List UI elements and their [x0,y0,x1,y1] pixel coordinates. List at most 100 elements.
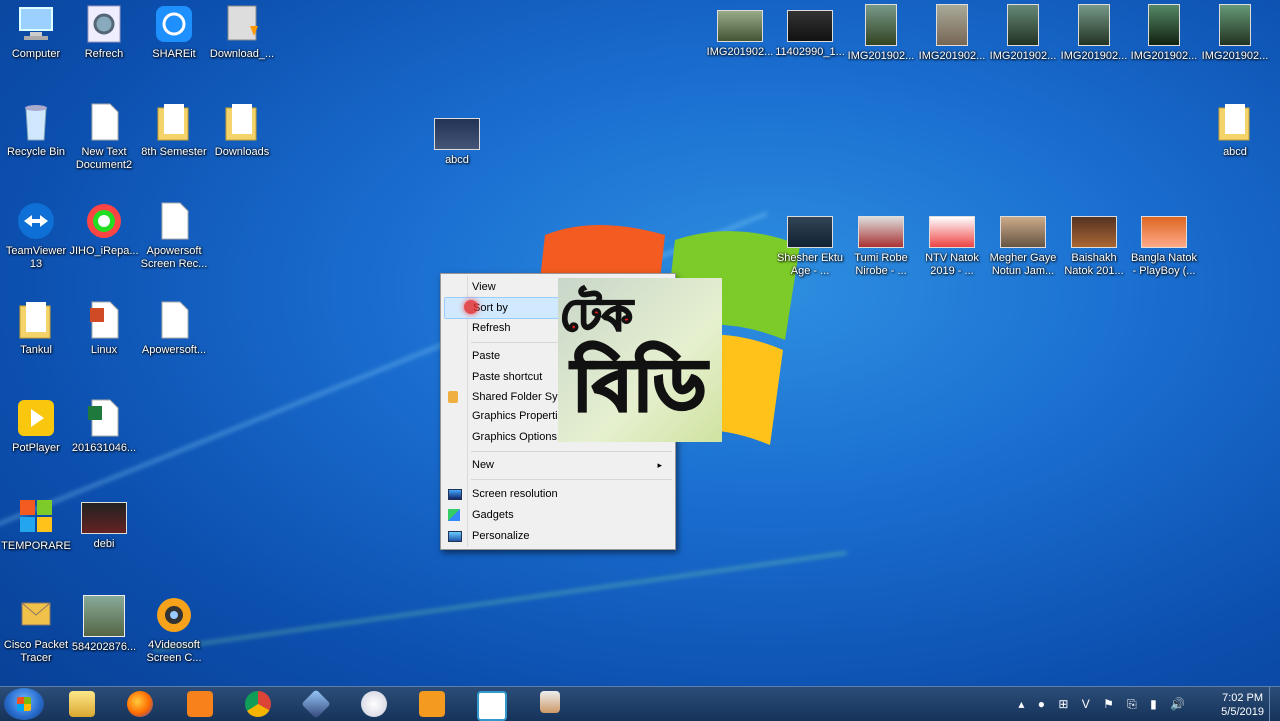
outlook-icon [419,691,445,717]
photo-thumbnail-icon [1219,4,1251,46]
photo-thumbnail-icon [83,595,125,637]
menu-item-personalize[interactable]: Personalize [444,526,672,546]
video-thumbnail-icon [81,502,127,534]
windows-logo-icon [16,496,56,536]
taskbar-vc-app[interactable] [468,690,516,721]
photo-thumbnail-icon [1148,4,1180,46]
computer-icon [16,4,56,44]
system-tray[interactable]: ▴ ● ⊞ V ⚑ ⎘ ▮ 🔊 [1018,697,1190,712]
shareit-icon [154,4,194,44]
desktop-icon-8th-semester[interactable]: 8th Semester [138,102,210,159]
desktop-icon-img-4[interactable]: IMG201902... [916,4,988,63]
start-button[interactable] [4,688,44,720]
gadgets-icon [448,509,460,521]
desktop-icon-linux[interactable]: Linux [68,300,140,357]
desktop-icon-tumi-robe-nirobe[interactable]: Tumi Robe Nirobe - ... [845,210,917,278]
folder-icon [1215,102,1255,142]
photo-thumbnail-icon [865,4,897,46]
desktop-icon-bangla-natok-playboy[interactable]: Bangla Natok - PlayBoy (... [1128,210,1200,278]
desktop-icon-debi[interactable]: debi [68,496,140,551]
desktop-icon-11402990[interactable]: 11402990_1... [774,4,846,59]
file-explorer-icon [69,691,95,717]
desktop-icon-cisco-packet-tracer[interactable]: Cisco Packet Tracer [0,595,72,665]
monitor-icon [448,489,462,500]
potplayer-icon [16,398,56,438]
excel-icon [84,398,124,438]
taskbar-paint[interactable] [350,690,398,718]
desktop-icon-img-6[interactable]: IMG201902... [1058,4,1130,63]
taskbar-uc-browser[interactable] [176,690,224,718]
desktop-icon-computer[interactable]: Computer [0,4,72,61]
desktop-icon-tankul[interactable]: Tankul [0,300,72,357]
desktop-icon-4videosoft[interactable]: 4Videosoft Screen C... [138,595,210,665]
desktop-icon-new-text-document[interactable]: New Text Document2 [68,102,140,172]
webcam-icon [154,595,194,635]
firefox-icon [127,691,153,717]
video-thumbnail-icon [787,216,833,248]
desktop-icon-abcd-video[interactable]: abcd [421,112,493,167]
photo-thumbnail-icon [787,10,833,42]
video-thumbnail-icon [929,216,975,248]
contact-icon [540,691,560,713]
desktop-icon-baishakh-natok[interactable]: Baishakh Natok 201... [1058,210,1130,278]
clock-time: 7:02 PM [1222,692,1264,704]
desktop-icon-jiho-irepair[interactable]: JIHO_iRepa... [68,201,140,258]
show-desktop-button[interactable] [1269,687,1280,721]
paint-icon [361,691,387,717]
desktop-icon-teamviewer[interactable]: TeamViewer 13 [0,201,72,271]
text-document-icon [84,102,124,142]
desktop-icon-abcd-folder[interactable]: abcd [1199,102,1271,159]
desktop-icon-shesher-ektu-age[interactable]: Shesher Ektu Age - ... [774,210,846,278]
taskbar-clock[interactable]: 7:02 PM 5/5/2019 [1221,691,1264,719]
desktop-icon-apowersoft-screen-rec[interactable]: Apowersoft Screen Rec... [138,201,210,271]
clock-date: 5/5/2019 [1221,706,1264,718]
desktop-icon-img-3[interactable]: IMG201902... [845,4,917,63]
photo-thumbnail-icon [717,10,763,42]
desktop-icon-apowersoft[interactable]: Apowersoft... [138,300,210,357]
document-icon [154,300,194,340]
desktop-icon-img-7[interactable]: IMG201902... [1128,4,1200,63]
desktop-icon-img-8[interactable]: IMG201902... [1199,4,1271,63]
lifebuoy-icon [84,201,124,241]
taskbar-file-explorer[interactable] [58,690,106,718]
taskbar-chrome[interactable] [234,690,282,718]
gear-icon [84,4,124,44]
menu-item-screen-resolution[interactable]: Screen resolution [444,484,672,504]
desktop-icon-temporare[interactable]: TEMPORARE [0,496,72,553]
desktop-icon-refrech[interactable]: Refrech [68,4,140,61]
menu-item-gadgets[interactable]: Gadgets [444,505,672,525]
desktop-icon-ntv-natok[interactable]: NTV Natok 2019 - ... [916,210,988,278]
photo-thumbnail-icon [1078,4,1110,46]
chrome-icon [245,691,271,717]
powerpoint-icon [84,300,124,340]
video-thumbnail-icon [434,118,480,150]
menu-separator [471,451,672,452]
taskbar-contact-app[interactable] [526,690,574,718]
desktop-icon-img-1[interactable]: IMG201902... [704,4,776,59]
taskbar-firefox[interactable] [116,690,164,718]
desktop-icon-download[interactable]: Download_... [206,4,278,61]
desktop-icon-megher-gaye[interactable]: Megher Gaye Notun Jam... [987,210,1059,278]
uc-browser-icon [187,691,213,717]
video-thumbnail-icon [1141,216,1187,248]
video-thumbnail-icon [1000,216,1046,248]
photo-thumbnail-icon [1007,4,1039,46]
virtualbox-icon [301,689,331,719]
menu-item-new[interactable]: New ▸ [444,455,672,475]
menu-separator [471,479,672,480]
desktop-icon-excel-file[interactable]: 201631046... [68,398,140,455]
desktop-icon-img-5[interactable]: IMG201902... [987,4,1059,63]
folder-icon [16,300,56,340]
watermark-text-bottom: বিডি [570,342,707,429]
desktop-icon-photo-584202876[interactable]: 584202876... [68,595,140,654]
video-thumbnail-icon [1071,216,1117,248]
desktop-icon-potplayer[interactable]: PotPlayer [0,398,72,455]
taskbar-virtualbox[interactable] [292,689,340,719]
vlc-vc-icon [477,691,507,721]
desktop-icon-shareit[interactable]: SHAREit [138,4,210,61]
submenu-arrow-icon: ▸ [657,460,662,470]
taskbar-outlook[interactable] [408,690,456,718]
desktop-icon-recycle-bin[interactable]: Recycle Bin [0,102,72,159]
document-icon [154,201,194,241]
desktop-icon-downloads[interactable]: Downloads [206,102,278,159]
